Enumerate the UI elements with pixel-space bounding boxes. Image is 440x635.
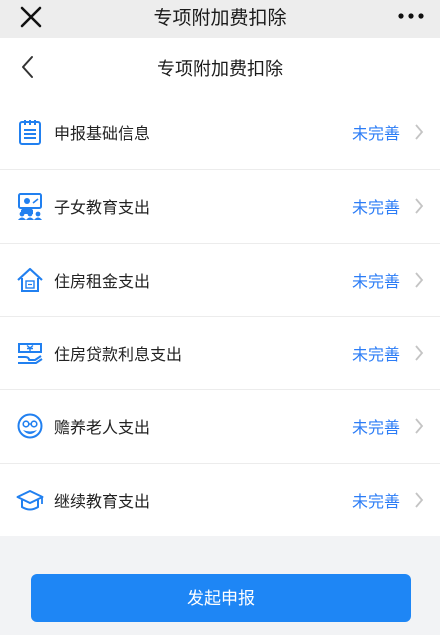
list-item-housing-rent[interactable]: 住房租金支出 未完善 [0,242,440,316]
status-text: 未完善 [351,418,400,438]
status-text: 未完善 [351,198,400,218]
teacher-board-icon [18,193,42,221]
chevron-right-icon [415,345,424,361]
list-item-label: 申报基础信息 [54,124,151,143]
list-item-label: 继续教育支出 [54,491,151,511]
chevron-right-icon [415,418,424,434]
status-text: 未完善 [351,491,400,511]
list-item-label: 住房租金支出 [54,271,151,291]
app-page: 专项附加费扣除 专项附加费扣除 申报基础信息 未完善 子女教育支出 未完善 住房… [0,0,440,635]
list-item-label: 住房贷款利息支出 [54,344,183,364]
list-item-continuing-education[interactable]: 继续教育支出 未完善 [0,462,440,536]
chevron-right-icon [415,272,424,288]
list-item-mortgage-interest[interactable]: 住房贷款利息支出 未完善 [0,315,440,389]
window-title: 专项附加费扣除 [153,7,287,29]
status-text: 未完善 [351,344,400,364]
list-item-elderly-support[interactable]: 赡养老人支出 未完善 [0,389,440,462]
miniprogram-topbar: 专项附加费扣除 [0,0,440,38]
submit-declaration-button[interactable]: 发起申报 [31,574,411,622]
list-item-label: 赡养老人支出 [54,418,151,438]
list-item-child-education[interactable]: 子女教育支出 未完善 [0,169,440,242]
status-text: 未完善 [351,271,400,291]
house-rent-icon [17,267,43,292]
deduction-list: 申报基础信息 未完善 子女教育支出 未完善 住房租金支出 未完善 住房贷款利息支… [0,96,440,536]
document-list-icon [19,120,41,145]
page-navbar: 专项附加费扣除 [0,38,440,96]
list-item-basic-info[interactable]: 申报基础信息 未完善 [0,96,440,169]
more-icon[interactable] [396,6,426,26]
status-text: 未完善 [351,124,400,143]
chevron-right-icon [415,198,424,214]
page-title: 专项附加费扣除 [157,59,283,80]
chevron-right-icon [415,492,424,508]
elder-face-icon [17,413,43,439]
graduation-cap-icon [16,489,44,511]
yuan-payment-icon [18,342,43,364]
chevron-right-icon [415,124,424,140]
list-item-label: 子女教育支出 [54,198,151,218]
